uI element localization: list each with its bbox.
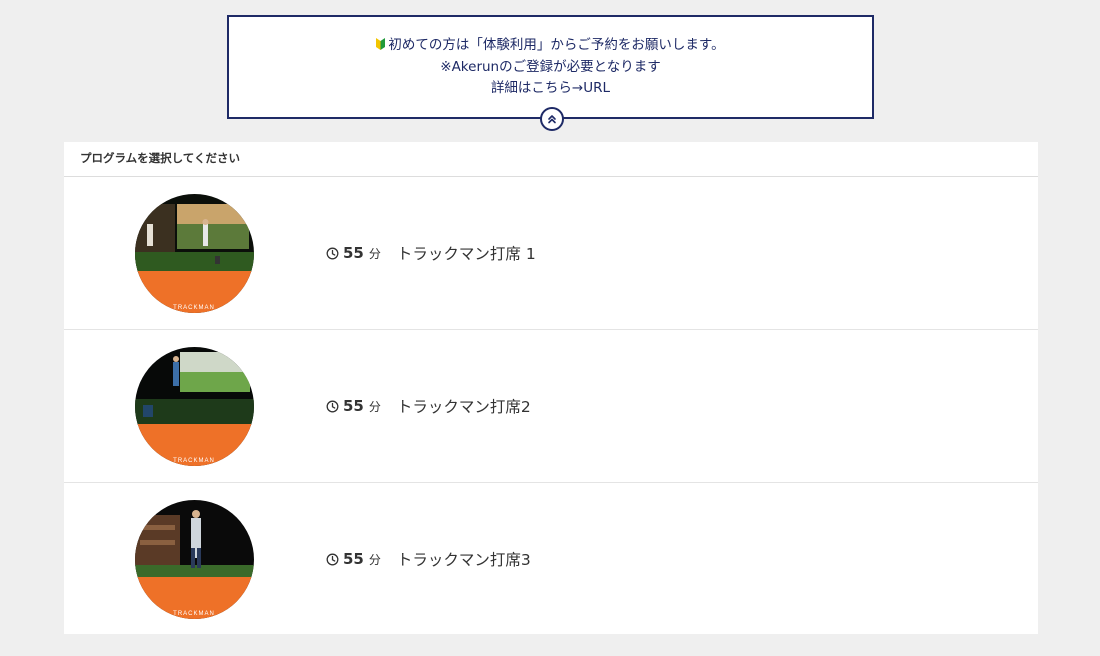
- duration-unit: 分: [368, 246, 381, 261]
- duration-unit: 分: [368, 399, 381, 414]
- program-panel-header: プログラムを選択してください: [64, 142, 1038, 177]
- program-thumbnail-2: TRACKMAN: [135, 347, 254, 466]
- beginner-mark-icon: [376, 38, 386, 50]
- trackman-logo-text-3: TRACKMAN: [173, 611, 215, 617]
- program-panel: プログラムを選択してください TRACKMAN 55 分 トラックマン打席 1 …: [64, 142, 1038, 634]
- program-thumbnail-1: TRACKMAN: [135, 194, 254, 313]
- notice-text: 初めての方は「体験利用」からご予約をお願いします。 ※Akerunのご登録が必要…: [229, 17, 872, 100]
- duration-value: 55: [343, 244, 364, 262]
- program-info-2: 55 分 トラックマン打席2: [326, 330, 531, 482]
- clock-icon: [326, 400, 339, 412]
- notice-line-2: ※Akerunのご登録が必要となります: [440, 58, 661, 75]
- notice-box: 初めての方は「体験利用」からご予約をお願いします。 ※Akerunのご登録が必要…: [227, 15, 874, 131]
- duration-value: 55: [343, 550, 364, 568]
- duration-unit: 分: [368, 552, 381, 567]
- notice-details-link[interactable]: 詳細はこちら→URL: [229, 78, 872, 100]
- program-thumbnail-3: TRACKMAN: [135, 500, 254, 619]
- trackman-logo-text-2: TRACKMAN: [173, 458, 215, 464]
- program-name: トラックマン打席3: [396, 551, 531, 569]
- trackman-logo-text-1: TRACKMAN: [173, 305, 215, 311]
- program-info-1: 55 分 トラックマン打席 1: [326, 177, 536, 329]
- notice-line-1-text: 初めての方は「体験利用」からご予約をお願いします。: [388, 37, 725, 53]
- program-name: トラックマン打席 1: [396, 245, 536, 263]
- duration-value: 55: [343, 397, 364, 415]
- program-row-2[interactable]: TRACKMAN 55 分 トラックマン打席2: [64, 330, 1038, 483]
- notice-line-1: 初めての方は「体験利用」からご予約をお願いします。: [229, 35, 872, 57]
- program-row-3[interactable]: TRACKMAN 55 分 トラックマン打席3: [64, 483, 1038, 635]
- chevrons-up-icon: [548, 115, 556, 124]
- clock-icon: [326, 553, 339, 565]
- program-row-1[interactable]: TRACKMAN 55 分 トラックマン打席 1: [64, 177, 1038, 330]
- program-name: トラックマン打席2: [396, 398, 531, 416]
- collapse-notice-button[interactable]: [540, 107, 564, 131]
- clock-icon: [326, 247, 339, 259]
- program-info-3: 55 分 トラックマン打席3: [326, 483, 531, 635]
